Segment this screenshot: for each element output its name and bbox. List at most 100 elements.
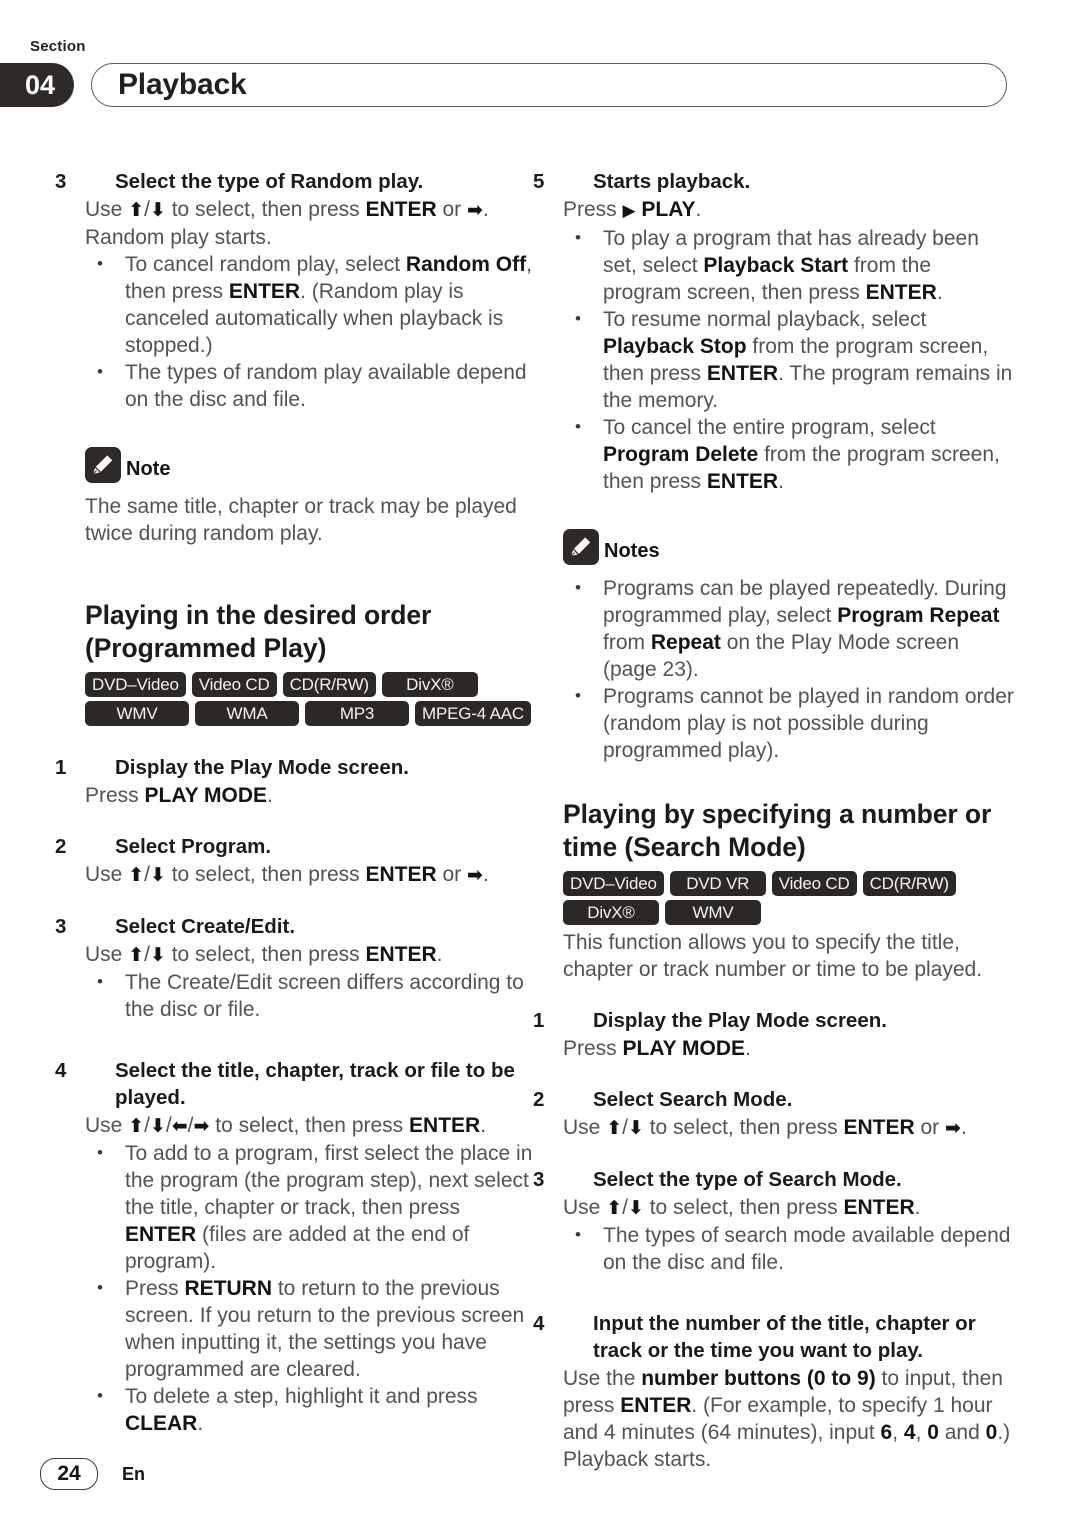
arrow-down-icon: ⬇	[149, 1115, 166, 1137]
text-fragment: To cancel the entire program, select	[603, 416, 936, 439]
text-fragment: .	[480, 1114, 487, 1137]
step-number: 4	[55, 1059, 67, 1082]
step-number: 5	[533, 170, 545, 193]
badge-cd-r-rw: CD(R/RW)	[282, 672, 376, 697]
text-fragment: to select, then press	[165, 198, 366, 221]
bullet-list-playback: To play a program that has already been …	[563, 224, 1015, 495]
arrow-down-icon: ⬇	[627, 1117, 644, 1139]
arrow-right-icon: ➡	[945, 1117, 961, 1139]
step-body-select-program: Use ⬆/⬇ to select, then press ENTER or ➡…	[85, 861, 537, 889]
text-fragment: .	[914, 1196, 921, 1219]
note-label: Note	[126, 458, 171, 480]
badge-mp3: MP3	[305, 701, 409, 726]
menu-playback-stop: Playback Stop	[603, 335, 747, 358]
step-body-display-play-mode: Press PLAY MODE.	[85, 782, 537, 809]
step-heading-select-program: 2 Select Program.	[55, 833, 537, 860]
key-enter: ENTER	[228, 280, 301, 303]
badge-row: WMV WMA MP3 MPEG-4 AAC	[85, 701, 537, 726]
badge-row: DVD–Video DVD VR Video CD CD(R/RW)	[563, 871, 1015, 896]
step-heading-starts-playback: 5 Starts playback.	[533, 168, 1015, 195]
list-item: To cancel random play, select Random Off…	[85, 250, 537, 359]
text-fragment: Use the	[563, 1367, 642, 1390]
left-column: 3 Select the type of Random play. Use ⬆/⬇…	[55, 168, 537, 1437]
arrow-up-icon: ⬆	[128, 1115, 145, 1137]
list-item: Press RETURN to return to the previous s…	[85, 1274, 537, 1383]
key-enter: ENTER	[620, 1394, 692, 1417]
step-body-random-type: Use ⬆/⬇ to select, then press ENTER or ➡…	[85, 196, 537, 224]
text-fragment: .	[197, 1412, 204, 1435]
text-fragment: .	[936, 281, 943, 304]
key-enter: ENTER	[843, 1116, 915, 1139]
step-title: Select Create/Edit.	[115, 915, 296, 938]
key-play-mode: PLAY MODE	[622, 1037, 746, 1060]
text-fragment: Use	[85, 943, 129, 966]
text-fragment: ,	[892, 1421, 904, 1444]
badge-row: DVD–Video Video CD CD(R/RW) DivX®	[85, 672, 537, 697]
text-fragment: To resume normal playback, select	[603, 308, 927, 331]
text-fragment: Use	[563, 1196, 607, 1219]
arrow-right-icon: ➡	[467, 864, 483, 886]
key-enter: ENTER	[706, 362, 779, 385]
text-fragment: or	[436, 863, 468, 886]
step-title: Display the Play Mode screen.	[115, 756, 409, 779]
arrow-up-icon: ⬆	[606, 1117, 623, 1139]
text-fragment: Press	[563, 1037, 623, 1060]
step-number: 4	[533, 1312, 545, 1335]
step-title: Input the number of the title, chapter o…	[593, 1312, 976, 1362]
step-heading-select-create-edit: 3 Select Create/Edit.	[55, 913, 537, 940]
step-heading-select-title-chapter: 4 Select the title, chapter, track or fil…	[55, 1057, 537, 1111]
text-fragment: .	[695, 198, 702, 221]
badge-wma: WMA	[195, 701, 299, 726]
list-item: The types of random play available depen…	[85, 358, 537, 413]
arrow-right-icon: ➡	[193, 1115, 210, 1137]
play-triangle-icon: ▶	[622, 201, 636, 221]
menu-random-off: Random Off	[405, 253, 527, 276]
text-fragment: To delete a step, highlight it and press	[125, 1385, 478, 1408]
step-body-input-number: Use the number buttons (0 to 9) to input…	[563, 1365, 1015, 1446]
text-fragment: from	[603, 631, 651, 654]
step-number: 3	[55, 915, 67, 938]
text-fragment: To add to a program, first select the pl…	[125, 1142, 533, 1219]
text-fragment: ,	[915, 1421, 928, 1444]
key-enter: ENTER	[843, 1196, 915, 1219]
text-fragment: .)	[997, 1421, 1011, 1444]
list-item: The types of search mode available depen…	[563, 1221, 1015, 1276]
badge-row: DivX® WMV	[563, 900, 1015, 925]
list-item: To add to a program, first select the pl…	[85, 1139, 537, 1275]
note-body: The same title, chapter or track may be …	[85, 495, 517, 545]
right-column: 5 Starts playback. Press ▶ PLAY. To play …	[533, 168, 1015, 1473]
key-digit-4: 4	[903, 1421, 916, 1444]
key-play-mode: PLAY MODE	[144, 784, 268, 807]
text-fragment: .	[267, 784, 273, 807]
step-number: 2	[533, 1088, 545, 1111]
section-number-tab: 04	[0, 63, 74, 107]
step-heading-display-play-mode: 1 Display the Play Mode screen.	[55, 754, 537, 781]
step-body-random-start: Random play starts.	[85, 226, 272, 249]
format-badges-search-mode: DVD–Video DVD VR Video CD CD(R/RW) DivX®…	[563, 871, 1015, 925]
step-body-select-create-edit: Use ⬆/⬇ to select, then press ENTER.	[85, 941, 537, 969]
step-title: Select the title, chapter, track or file…	[115, 1059, 515, 1109]
format-badges-programmed-play: DVD–Video Video CD CD(R/RW) DivX® WMV WM…	[85, 672, 537, 726]
badge-divx: DivX®	[381, 672, 478, 697]
text-fragment: Use	[85, 863, 129, 886]
text-fragment: .	[482, 863, 489, 886]
key-enter: ENTER	[706, 470, 779, 493]
step-number: 3	[533, 1168, 545, 1191]
text-fragment: .	[745, 1037, 751, 1060]
page-footer: 24 En	[40, 1458, 145, 1490]
step-title: Select the type of Search Mode.	[593, 1168, 902, 1191]
pencil-note-icon	[563, 529, 599, 565]
key-enter: ENTER	[365, 943, 437, 966]
bullet-list-random: To cancel random play, select Random Off…	[85, 250, 537, 413]
key-enter: ENTER	[409, 1114, 481, 1137]
text-fragment: or	[436, 198, 468, 221]
arrow-down-icon: ⬇	[627, 1197, 644, 1219]
step-body-select-search-mode: Use ⬆/⬇ to select, then press ENTER or ➡…	[563, 1114, 1015, 1142]
menu-playback-start: Playback Start	[703, 254, 849, 277]
note-header: Note	[85, 447, 537, 483]
notes-header: Notes	[563, 529, 1015, 565]
page-header: Section 04 Playback	[0, 38, 1080, 118]
step-heading-input-number: 4 Input the number of the title, chapter …	[533, 1310, 1015, 1364]
text-fragment: .	[960, 1116, 967, 1139]
page-number: 24	[40, 1458, 98, 1490]
